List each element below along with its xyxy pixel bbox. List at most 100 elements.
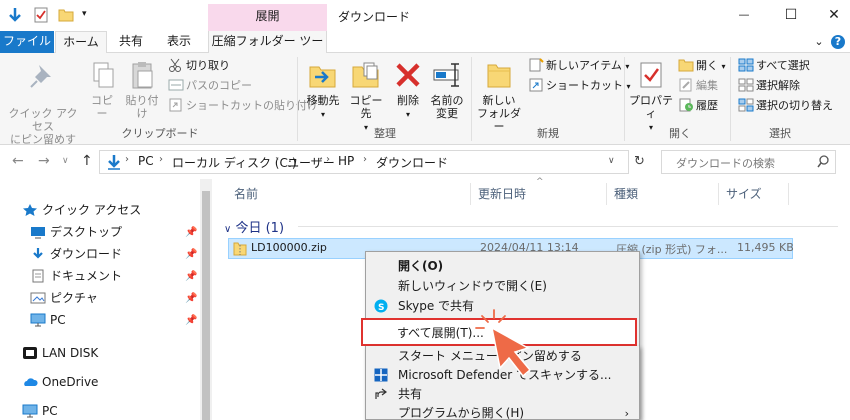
pin-icon[interactable]: 📌 (185, 227, 197, 238)
copy-label: コピー (91, 94, 113, 120)
pin-icon[interactable]: 📌 (185, 315, 197, 326)
breadcrumb-hp[interactable]: HP (338, 154, 354, 168)
column-header-type[interactable]: 種類 (614, 185, 638, 202)
paste-shortcut-button[interactable]: ショートカットの貼り付け (168, 97, 318, 115)
new-folder-button[interactable]: 新しい フォルダー (474, 59, 524, 133)
new-folder-icon[interactable] (58, 7, 74, 26)
search-icon (817, 155, 829, 172)
delete-button[interactable]: 削除 ▾ (392, 59, 424, 121)
ribbon-collapse-icon[interactable]: ⌄ (812, 33, 826, 51)
column-header-size[interactable]: サイズ (726, 185, 762, 202)
downloads-folder-icon (107, 154, 121, 173)
submenu-arrow-icon: › (624, 407, 629, 420)
column-divider[interactable] (788, 183, 789, 205)
tab-view[interactable]: 表示 (158, 31, 200, 54)
breadcrumb-separator-icon[interactable]: › (363, 154, 367, 165)
customize-quick-access-icon[interactable]: ▾ (82, 9, 87, 19)
paste-button[interactable]: 貼り付け (122, 59, 162, 120)
maximize-button[interactable]: ☐ (777, 4, 805, 26)
tab-share[interactable]: 共有 (110, 31, 152, 54)
copy-path-button[interactable]: パスのコピー (168, 77, 252, 95)
edit-button[interactable]: 編集 (678, 77, 718, 95)
recent-locations-chevron-icon[interactable]: ∨ (62, 156, 69, 166)
new-folder-label: 新しい フォルダー (477, 94, 521, 133)
group-label-select: 選択 (769, 127, 791, 140)
column-divider[interactable] (718, 183, 719, 205)
open-button[interactable]: 開く ▾ (678, 57, 726, 75)
menu-item-open-with[interactable]: プログラムから開く(H) › (366, 403, 639, 420)
column-divider[interactable] (470, 183, 471, 205)
column-header-name[interactable]: 名前 (234, 185, 258, 202)
pictures-icon (30, 291, 46, 305)
properties-button[interactable]: プロパティ ▾ (628, 59, 674, 134)
scrollbar-thumb[interactable] (202, 191, 210, 420)
menu-item-open[interactable]: 開く(O) (366, 256, 639, 277)
address-bar[interactable]: › PC › ローカル ディスク (C:) › ユーザー › HP › ダウンロ… (99, 150, 629, 174)
breadcrumb-separator-icon[interactable]: › (125, 154, 129, 165)
select-all-icon (738, 58, 754, 72)
pin-quick-access-button[interactable]: クイック アクセス にピン留めする (6, 59, 80, 159)
history-icon (678, 98, 694, 112)
navigation-scrollbar[interactable] (200, 179, 212, 420)
nav-item-desktop[interactable]: デスクトップ (30, 222, 122, 242)
breadcrumb-pc[interactable]: PC (138, 154, 154, 168)
group-separator (297, 57, 298, 141)
column-divider[interactable] (606, 183, 607, 205)
invert-selection-icon (738, 98, 754, 112)
dropdown-arrow-icon: ▾ (405, 110, 410, 119)
breadcrumb-downloads[interactable]: ダウンロード (376, 154, 448, 171)
nav-item-lan-disk[interactable]: LAN DISK (22, 343, 98, 363)
dropdown-arrow-icon: ▾ (648, 123, 653, 132)
tab-compressed-folder-tools[interactable]: 圧縮フォルダー ツール (208, 31, 327, 69)
history-button[interactable]: 履歴 (678, 97, 718, 115)
tab-file[interactable]: ファイル (0, 31, 54, 53)
breadcrumb-separator-icon[interactable]: › (275, 154, 279, 165)
click-burst-icon (475, 309, 506, 329)
address-history-chevron-icon[interactable]: ∨ (608, 156, 615, 166)
nav-item-downloads[interactable]: ダウンロード (30, 244, 122, 264)
properties-check-icon[interactable] (34, 7, 48, 26)
new-item-button[interactable]: 新しいアイテム ▾ (528, 57, 629, 75)
properties-label: プロパティ (629, 94, 673, 120)
nav-item-pc[interactable]: PC (30, 310, 66, 330)
nav-item-documents[interactable]: ドキュメント (30, 266, 122, 286)
copy-button[interactable]: コピー (86, 59, 118, 120)
pin-icon[interactable]: 📌 (185, 293, 197, 304)
select-all-button[interactable]: すべて選択 (738, 57, 810, 75)
pin-icon[interactable]: 📌 (185, 249, 197, 260)
title-bar: ▾ 展開 ダウンロード — ☐ ✕ (0, 0, 850, 31)
address-row: ← → ∨ ↑ › PC › ローカル ディスク (C:) › ユーザー › H… (0, 145, 850, 179)
refresh-icon[interactable]: ↻ (634, 154, 645, 169)
close-button[interactable]: ✕ (820, 4, 848, 26)
cut-button[interactable]: 切り取り (168, 57, 230, 75)
minimize-button[interactable]: — (730, 4, 758, 26)
breadcrumb-separator-icon[interactable]: › (159, 154, 163, 165)
context-tab-header: 展開 (208, 4, 327, 31)
forward-arrow-icon[interactable]: → (38, 153, 50, 169)
nav-item-quick-access[interactable]: クイック アクセス (22, 200, 141, 220)
rename-button[interactable]: 名前の 変更 (428, 59, 466, 120)
breadcrumb-separator-icon[interactable]: › (326, 154, 330, 165)
column-header-date[interactable]: 更新日時 (478, 185, 526, 202)
shortcut-icon (528, 78, 544, 92)
group-header-today[interactable]: ∨ 今日 (1) (224, 217, 284, 236)
easy-access-button[interactable]: ショートカット ▾ (528, 77, 631, 95)
quick-access-down-arrow-icon[interactable] (8, 7, 22, 26)
navigation-pane: クイック アクセス デスクトップ 📌 ダウンロード 📌 ドキュメント 📌 ピクチ… (0, 179, 200, 420)
select-none-button[interactable]: 選択解除 (738, 77, 800, 95)
help-icon[interactable]: ? (831, 35, 845, 49)
pin-icon[interactable]: 📌 (185, 271, 197, 282)
nav-item-onedrive[interactable]: OneDrive (22, 372, 98, 392)
tab-home[interactable]: ホーム (55, 31, 107, 54)
group-label-clipboard: クリップボード (121, 127, 199, 140)
search-box[interactable]: ダウンロードの検索 (661, 150, 836, 174)
copy-path-icon (168, 78, 184, 92)
copy-to-button[interactable]: コピー先 ▾ (345, 59, 387, 134)
move-to-button[interactable]: 移動先 ▾ (302, 59, 344, 121)
up-arrow-icon[interactable]: ↑ (81, 153, 93, 169)
menu-item-open-new-window[interactable]: 新しいウィンドウで開く(E) (366, 276, 639, 297)
invert-selection-button[interactable]: 選択の切り替え (738, 97, 833, 115)
nav-item-pc-root[interactable]: PC (22, 401, 58, 420)
nav-item-pictures[interactable]: ピクチャ (30, 288, 98, 308)
back-arrow-icon[interactable]: ← (12, 153, 24, 169)
